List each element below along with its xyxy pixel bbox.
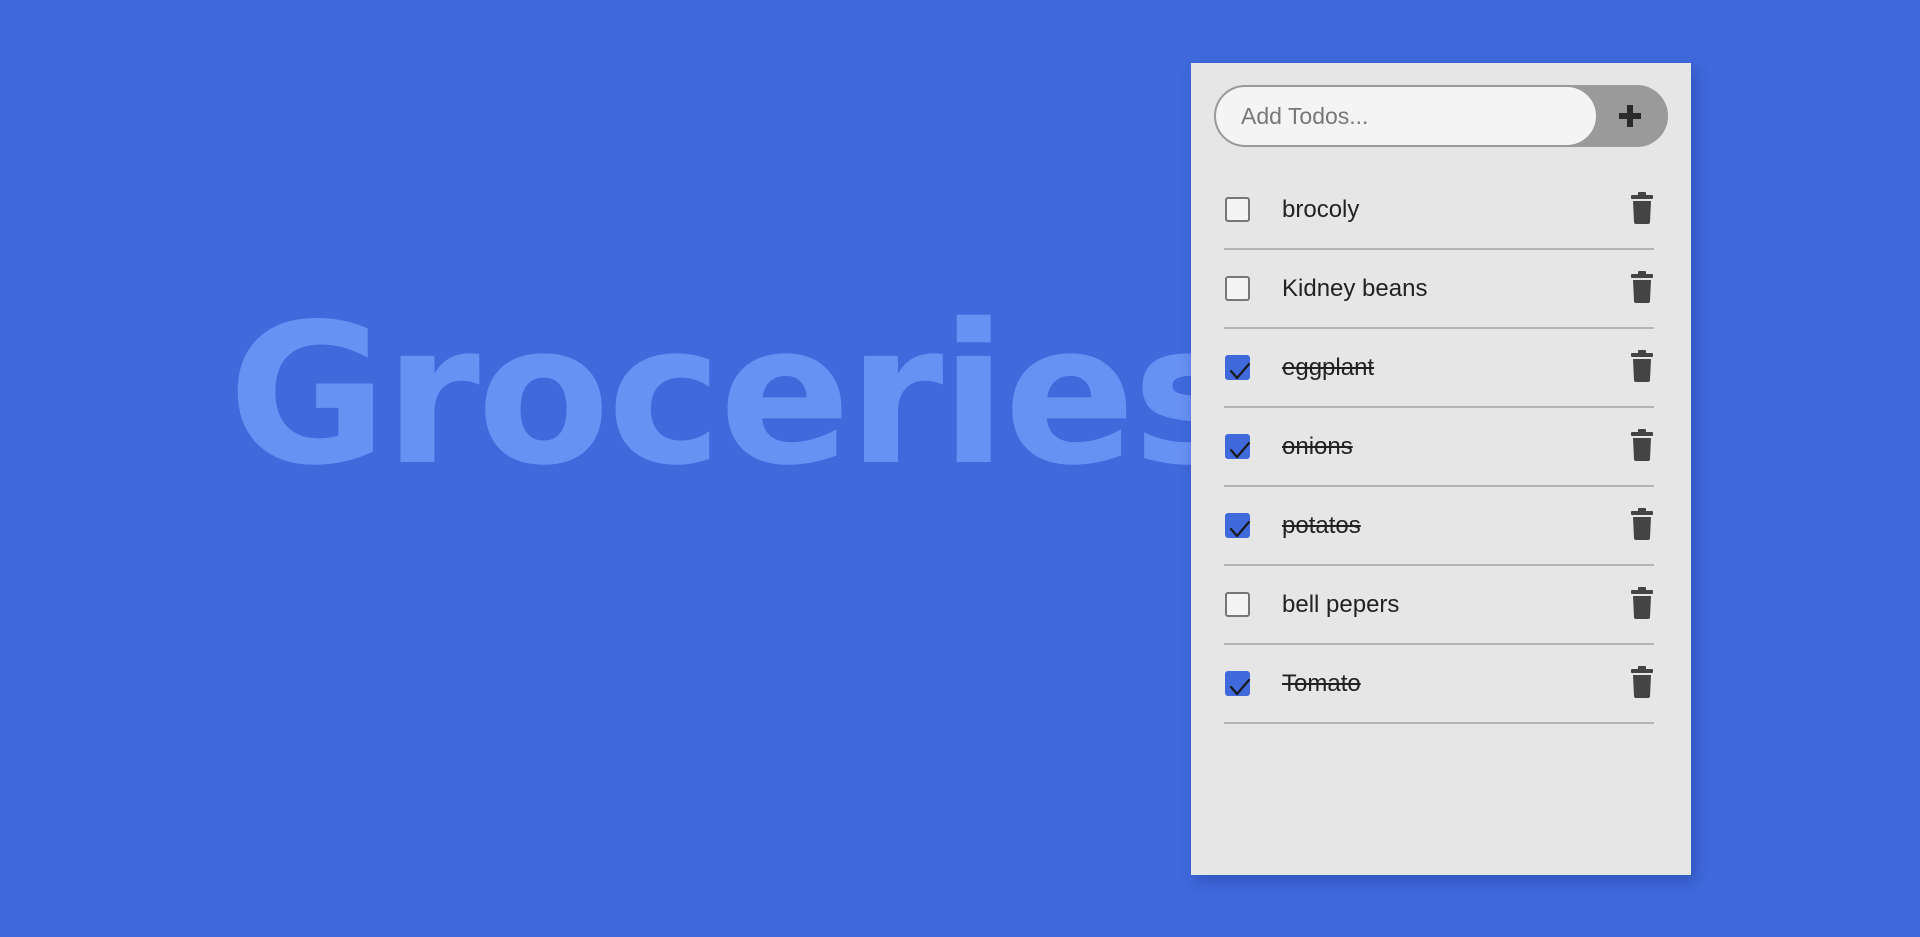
page-title: Groceries: [228, 282, 1248, 508]
todo-text: onions: [1282, 433, 1353, 460]
add-todo-input[interactable]: [1216, 87, 1596, 145]
todo-text: brocoly: [1282, 196, 1360, 223]
todo-checkbox[interactable]: [1225, 276, 1250, 301]
app-background: Groceries brocoly: [0, 0, 1920, 937]
todo-panel: brocoly Kidney beans: [1191, 63, 1691, 875]
add-todo-bar: [1214, 85, 1668, 147]
trash-icon: [1631, 271, 1653, 303]
todo-text: Tomato: [1282, 670, 1361, 697]
todo-item-5: potatos: [1224, 487, 1654, 566]
todo-item-7: Tomato: [1224, 645, 1654, 724]
todo-item-2: Kidney beans: [1224, 250, 1654, 329]
delete-todo-button[interactable]: [1630, 508, 1654, 540]
delete-todo-button[interactable]: [1630, 429, 1654, 461]
delete-todo-button[interactable]: [1630, 271, 1654, 303]
delete-todo-button[interactable]: [1630, 350, 1654, 382]
todo-checkbox[interactable]: [1225, 592, 1250, 617]
todo-list: brocoly Kidney beans eggplant onions pot…: [1224, 171, 1654, 724]
trash-icon: [1631, 192, 1653, 224]
add-todo-button[interactable]: [1594, 87, 1666, 145]
trash-icon: [1631, 429, 1653, 461]
check-icon: [1229, 441, 1251, 459]
todo-text: eggplant: [1282, 354, 1375, 381]
todo-item-3: eggplant: [1224, 329, 1654, 408]
todo-checkbox[interactable]: [1225, 355, 1251, 380]
plus-icon: [1619, 105, 1641, 127]
trash-icon: [1631, 508, 1653, 540]
todo-checkbox[interactable]: [1225, 434, 1251, 459]
check-icon: [1229, 520, 1251, 538]
delete-todo-button[interactable]: [1630, 192, 1654, 224]
check-icon: [1229, 362, 1251, 380]
check-icon: [1229, 678, 1251, 696]
trash-icon: [1631, 350, 1653, 382]
todo-text: bell pepers: [1282, 591, 1400, 618]
todo-checkbox[interactable]: [1225, 671, 1251, 696]
todo-item-1: brocoly: [1224, 171, 1654, 250]
todo-item-4: onions: [1224, 408, 1654, 487]
delete-todo-button[interactable]: [1630, 666, 1654, 698]
todo-item-6: bell pepers: [1224, 566, 1654, 645]
delete-todo-button[interactable]: [1630, 587, 1654, 619]
trash-icon: [1631, 587, 1653, 619]
todo-checkbox[interactable]: [1225, 197, 1250, 222]
todo-text: Kidney beans: [1282, 275, 1428, 302]
trash-icon: [1631, 666, 1653, 698]
todo-text: potatos: [1282, 512, 1361, 539]
todo-checkbox[interactable]: [1225, 513, 1251, 538]
